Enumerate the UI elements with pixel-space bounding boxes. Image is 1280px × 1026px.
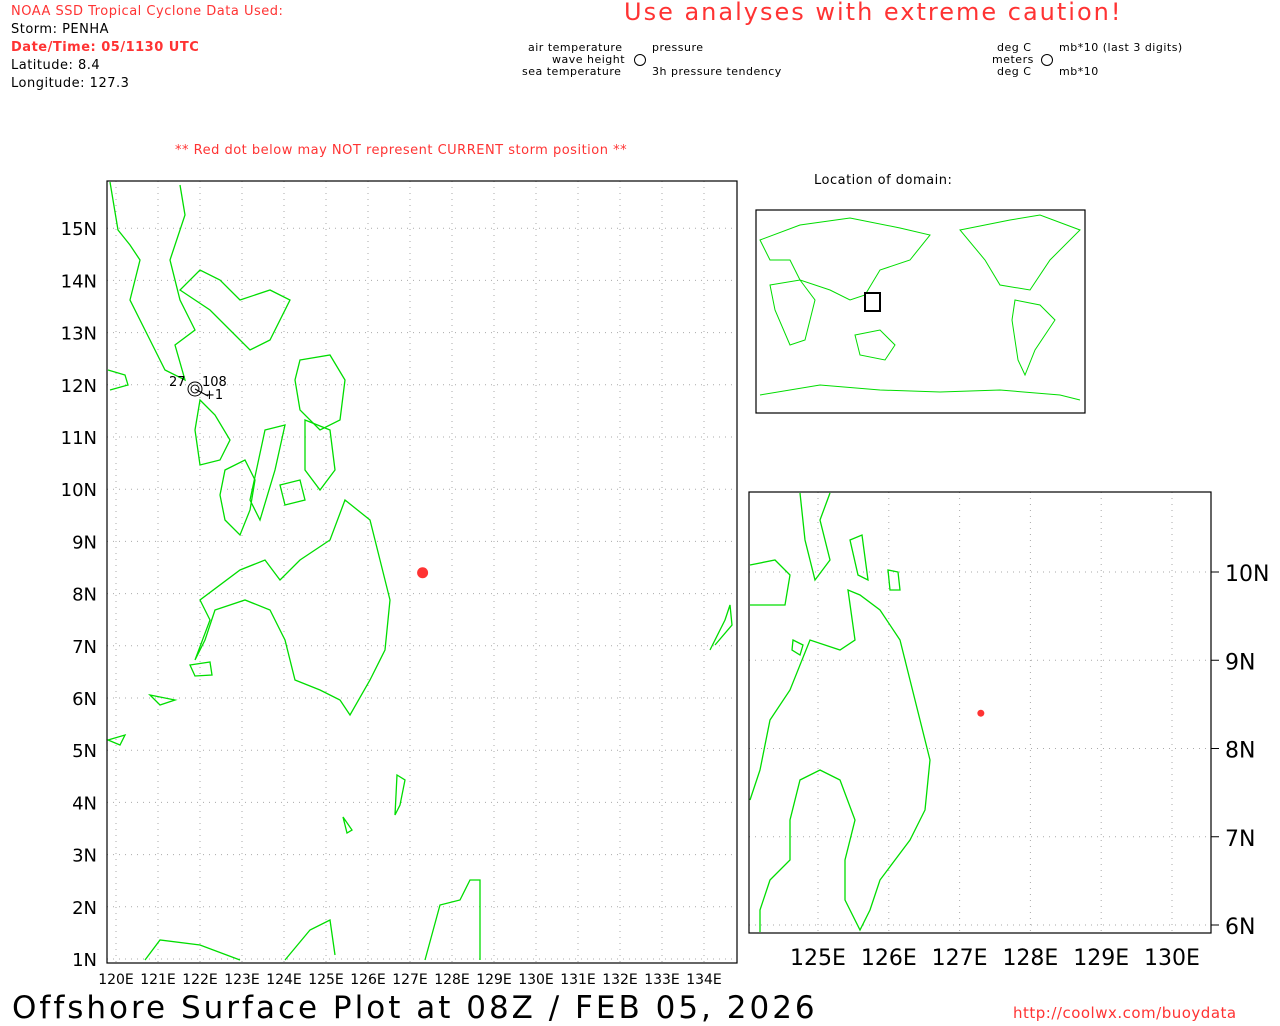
y-tick-label: 5N — [72, 741, 97, 762]
zoom-x-tick-label: 126E — [861, 946, 917, 971]
station-observation: 27 108 +1 — [169, 375, 227, 403]
x-tick-label: 128E — [434, 972, 470, 988]
x-tick-label: 132E — [602, 972, 638, 988]
map-canvas: 120E 121E 122E 123E 124E 125E 126E 127E 128E 129E… — [61, 54, 1269, 988]
zoom-y-tick-label: 6N — [1225, 915, 1255, 940]
station-tendency: +1 — [204, 388, 223, 403]
y-tick-label: 8N — [72, 585, 97, 606]
x-tick-label: 121E — [140, 972, 176, 988]
world-locator-map — [755, 209, 1086, 414]
x-tick-label: 124E — [266, 972, 302, 988]
source-url-link[interactable]: http://coolwx.com/buoydata — [1013, 1004, 1237, 1022]
y-tick-label: 7N — [72, 637, 97, 658]
y-tick-label: 15N — [61, 219, 97, 240]
x-tick-label: 134E — [686, 972, 722, 988]
x-tick-label: 120E — [98, 972, 134, 988]
y-tick-label: 1N — [72, 950, 97, 971]
x-tick-label: 127E — [392, 972, 428, 988]
x-tick-label: 125E — [308, 972, 344, 988]
x-tick-label: 133E — [644, 972, 680, 988]
x-tick-label: 126E — [350, 972, 386, 988]
y-tick-label: 11N — [61, 428, 97, 449]
y-tick-label: 3N — [72, 846, 97, 867]
y-tick-label: 13N — [61, 324, 97, 345]
zoom-x-tick-label: 128E — [1002, 946, 1058, 971]
y-tick-label: 4N — [72, 793, 97, 814]
y-tick-label: 2N — [72, 898, 97, 919]
station-air-temp: 27 — [169, 375, 186, 390]
zoom-x-tick-label: 130E — [1144, 946, 1200, 971]
y-tick-label: 14N — [61, 271, 97, 292]
zoom-x-tick-label: 129E — [1073, 946, 1129, 971]
main-storm-dot — [417, 567, 429, 579]
zoom-coastlines — [749, 492, 931, 932]
zoom-y-tick-label: 7N — [1225, 827, 1255, 852]
y-tick-label: 6N — [72, 689, 97, 710]
y-tick-label: 12N — [61, 376, 97, 397]
y-tick-label: 9N — [72, 532, 97, 553]
zoom-y-tick-label: 10N — [1225, 562, 1269, 587]
x-tick-label: 129E — [476, 972, 512, 988]
zoom-storm-dot — [977, 709, 985, 717]
legend-station-circle — [634, 54, 646, 66]
x-tick-label: 130E — [518, 972, 554, 988]
main-map-grid: 120E 121E 122E 123E 124E 125E 126E 127E 128E 129E… — [61, 181, 737, 988]
x-tick-label: 131E — [560, 972, 596, 988]
x-tick-label: 123E — [224, 972, 260, 988]
plot-title: Offshore Surface Plot at 08Z / FEB 05, 2… — [12, 990, 818, 1026]
x-tick-label: 122E — [182, 972, 218, 988]
zoom-x-tick-label: 127E — [932, 946, 988, 971]
world-map-frame — [755, 209, 1086, 414]
legend-units-circle — [1041, 54, 1053, 66]
zoom-x-tick-label: 125E — [790, 946, 846, 971]
zoom-y-tick-label: 9N — [1225, 650, 1255, 675]
zoom-y-tick-label: 8N — [1225, 739, 1255, 764]
y-tick-label: 10N — [61, 480, 97, 501]
